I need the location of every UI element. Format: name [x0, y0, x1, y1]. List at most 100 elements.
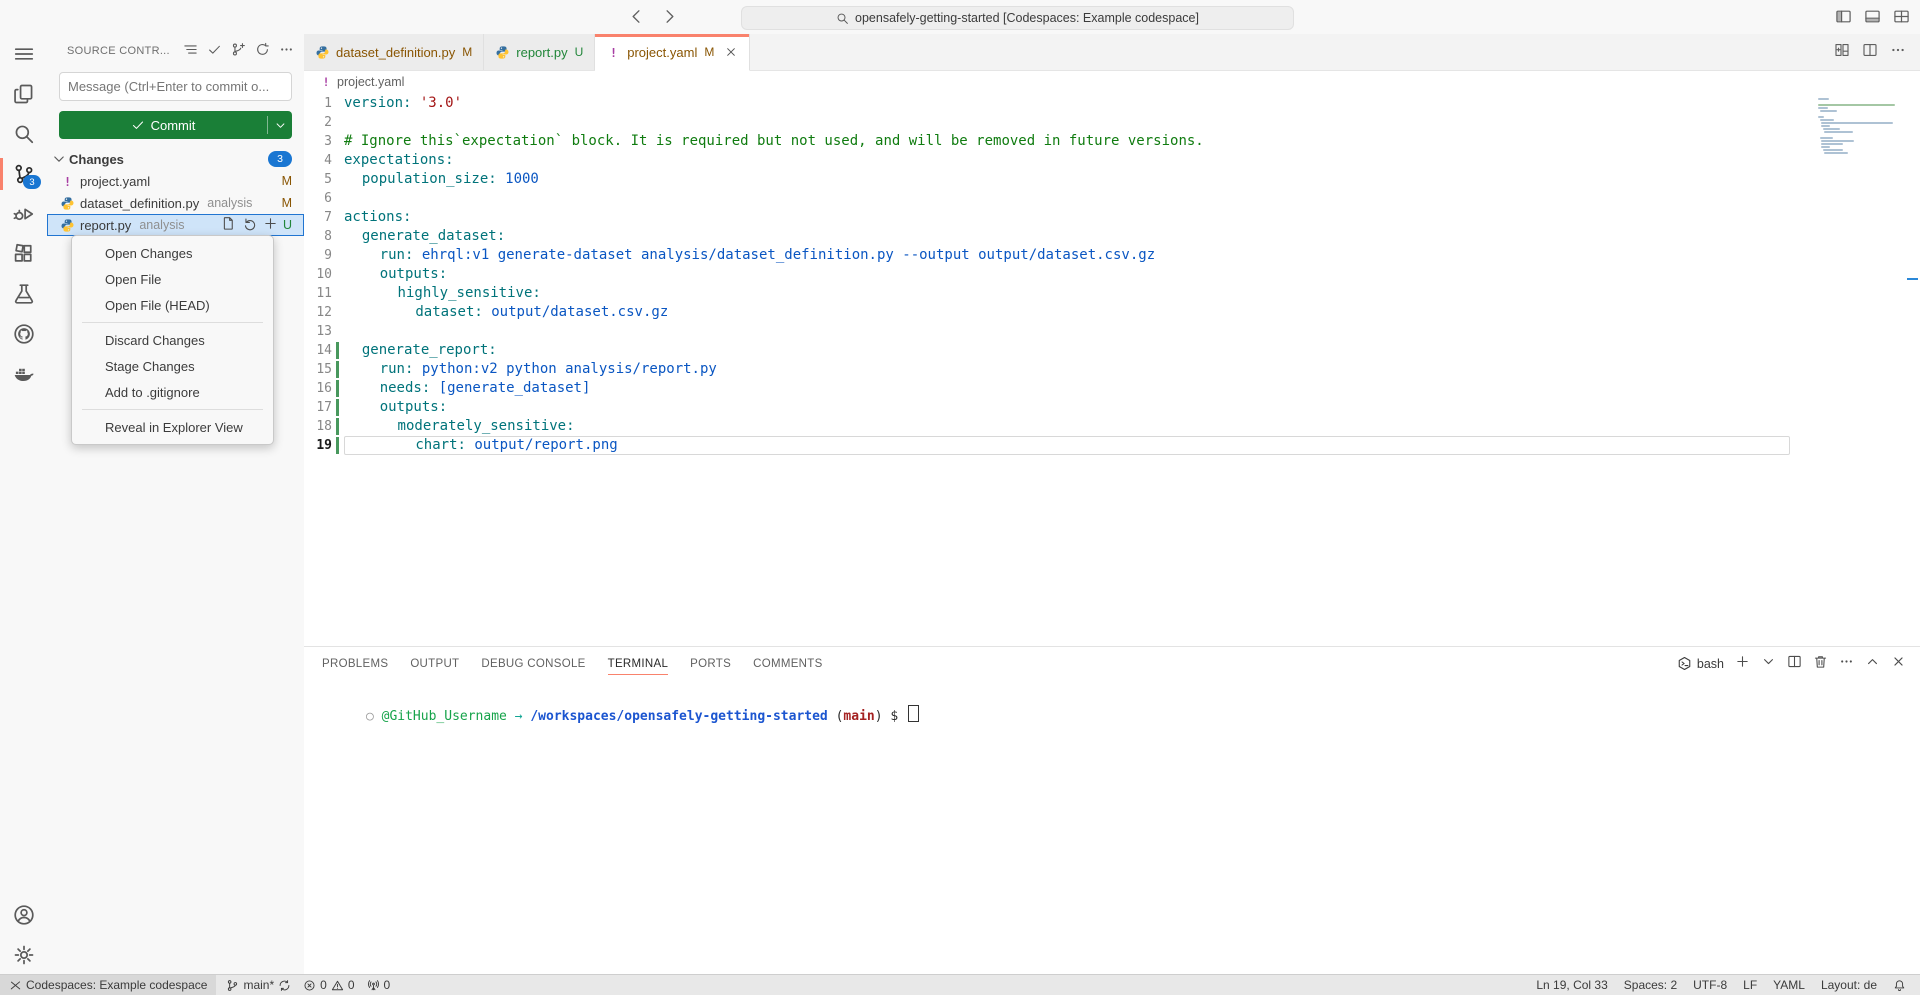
layout-panel-icon[interactable]	[1864, 8, 1881, 25]
commit-dropdown-button[interactable]	[268, 111, 292, 139]
gutter-change-indicator	[336, 399, 339, 416]
token: highly_sensitive:	[398, 285, 541, 301]
activity-item-run-debug[interactable]	[0, 194, 47, 234]
menu-item-stage-changes[interactable]: Stage Changes	[72, 353, 273, 379]
close-icon[interactable]	[724, 45, 738, 59]
minimap-line	[1818, 134, 1904, 136]
open-file-button[interactable]	[221, 216, 236, 234]
menu-item-discard-changes[interactable]: Discard Changes	[72, 327, 273, 353]
chevron-up-button[interactable]	[1865, 654, 1880, 674]
layout-grid-icon[interactable]	[1893, 8, 1910, 25]
problems-indicator[interactable]: 0 0	[297, 975, 360, 995]
code-line-8: 8generate_dataset:	[304, 227, 1920, 246]
activity-item-extensions[interactable]	[0, 234, 47, 274]
cursor-position[interactable]: Ln 19, Col 33	[1528, 975, 1615, 995]
minimap-line	[1821, 122, 1893, 124]
more-button[interactable]	[1890, 42, 1906, 63]
encoding-setting[interactable]: UTF-8	[1685, 975, 1735, 995]
commit-button[interactable]: Commit	[59, 111, 292, 139]
tab-report-py[interactable]: report.pyU	[484, 34, 595, 70]
add-button[interactable]	[1735, 654, 1750, 674]
menu-item-open-changes[interactable]: Open Changes	[72, 240, 273, 266]
back-icon[interactable]	[627, 7, 646, 26]
code-line-text: highly_sensitive:	[344, 284, 1920, 303]
gutter-change-indicator	[336, 152, 339, 169]
token: population_size:	[362, 171, 497, 187]
code-line-text: expectations:	[344, 151, 1920, 170]
layout-setting[interactable]: Layout: de	[1813, 975, 1885, 995]
minimap-line	[1820, 137, 1834, 139]
create-branch-button[interactable]	[231, 42, 246, 60]
more-button[interactable]	[279, 42, 294, 60]
refresh-button[interactable]	[255, 42, 270, 60]
menu-item-reveal-in-explorer-view[interactable]: Reveal in Explorer View	[72, 414, 273, 440]
code-line-11: 11highly_sensitive:	[304, 284, 1920, 303]
layout-sidebar-icon[interactable]	[1835, 8, 1852, 25]
ports-indicator[interactable]: 0	[361, 975, 397, 995]
command-center[interactable]: opensafely-getting-started [Codespaces: …	[741, 6, 1294, 30]
code-editor[interactable]: 1version: '3.0'23# Ignore this`expectati…	[304, 94, 1920, 647]
more-icon	[1839, 654, 1854, 669]
remote-indicator[interactable]: Codespaces: Example codespace	[0, 975, 216, 995]
eol-setting[interactable]: LF	[1735, 975, 1765, 995]
panel-tab-comments[interactable]: COMMENTS	[753, 647, 822, 680]
forward-icon[interactable]	[660, 7, 679, 26]
more-button[interactable]	[1839, 654, 1854, 674]
line-number: 13	[304, 322, 332, 341]
activity-item-settings[interactable]	[0, 935, 47, 975]
activity-item-account[interactable]	[0, 895, 47, 935]
panel-tab-ports[interactable]: PORTS	[690, 647, 731, 680]
gutter-change-indicator	[336, 418, 339, 435]
commit-button-label: Commit	[151, 118, 196, 133]
breadcrumb[interactable]: ! project.yaml	[304, 70, 1920, 94]
changes-section-header[interactable]: Changes 3	[47, 148, 304, 170]
minimap-line	[1820, 119, 1834, 121]
file-label: report.py	[80, 218, 131, 233]
scm-file-dataset-definition-py[interactable]: dataset_definition.pyanalysisM	[47, 192, 304, 214]
chevron-down-button[interactable]	[1761, 654, 1776, 674]
language-mode[interactable]: YAML	[1765, 975, 1813, 995]
open-changes-button[interactable]	[1834, 42, 1850, 63]
minimap-line	[1823, 149, 1843, 151]
panel-tab-problems[interactable]: PROBLEMS	[322, 647, 388, 680]
activity-item-explorer[interactable]	[0, 74, 47, 114]
scm-file-project-yaml[interactable]: !project.yamlM	[47, 170, 304, 192]
commit-message-input[interactable]: Message (Ctrl+Enter to commit o...	[59, 72, 292, 101]
editor-group: dataset_definition.pyMreport.pyU!project…	[304, 34, 1920, 975]
scm-file-report-py[interactable]: report.pyanalysisU	[47, 214, 304, 236]
python-icon	[315, 45, 330, 60]
view-sort-button[interactable]	[183, 42, 198, 60]
status-bar: Codespaces: Example codespace main* 0 0 …	[0, 974, 1920, 995]
split-editor-button[interactable]	[1862, 42, 1878, 63]
split-editor-button[interactable]	[1787, 654, 1802, 674]
activity-item-docker[interactable]	[0, 354, 47, 394]
refresh-icon	[255, 42, 270, 57]
discard-button[interactable]	[242, 216, 257, 234]
minimap[interactable]	[1818, 98, 1904, 155]
menu-item-add-to-gitignore[interactable]: Add to .gitignore	[72, 379, 273, 405]
stage-button[interactable]	[263, 216, 278, 234]
activity-item-search[interactable]	[0, 114, 47, 154]
indentation-setting[interactable]: Spaces: 2	[1616, 975, 1685, 995]
panel-tab-debug-console[interactable]: DEBUG CONSOLE	[481, 647, 585, 680]
activity-item-menu[interactable]	[0, 34, 47, 74]
breadcrumb-item[interactable]: project.yaml	[337, 75, 404, 89]
menu-item-open-file-head[interactable]: Open File (HEAD)	[72, 292, 273, 318]
activity-item-source-control[interactable]: 3	[0, 154, 47, 194]
close-button[interactable]	[1891, 654, 1906, 674]
notifications-bell[interactable]	[1885, 975, 1914, 995]
branch-indicator[interactable]: main*	[220, 975, 297, 995]
trash-button[interactable]	[1813, 654, 1828, 674]
terminal[interactable]: ○ @GitHub_Username → /workspaces/opensaf…	[319, 687, 1900, 744]
tab-project-yaml[interactable]: !project.yamlM	[595, 34, 750, 71]
panel-tab-terminal[interactable]: TERMINAL	[608, 647, 669, 680]
panel-tab-output[interactable]: OUTPUT	[410, 647, 459, 680]
commit-button-main[interactable]: Commit	[59, 111, 267, 139]
tab-dataset-definition-py[interactable]: dataset_definition.pyM	[304, 34, 484, 70]
activity-item-github[interactable]	[0, 314, 47, 354]
terminal-shell-item[interactable]: bash	[1677, 656, 1724, 671]
menu-item-open-file[interactable]: Open File	[72, 266, 273, 292]
activity-item-testing[interactable]	[0, 274, 47, 314]
commit-check-button[interactable]	[207, 42, 222, 60]
code-line-4: 4expectations:	[304, 151, 1920, 170]
